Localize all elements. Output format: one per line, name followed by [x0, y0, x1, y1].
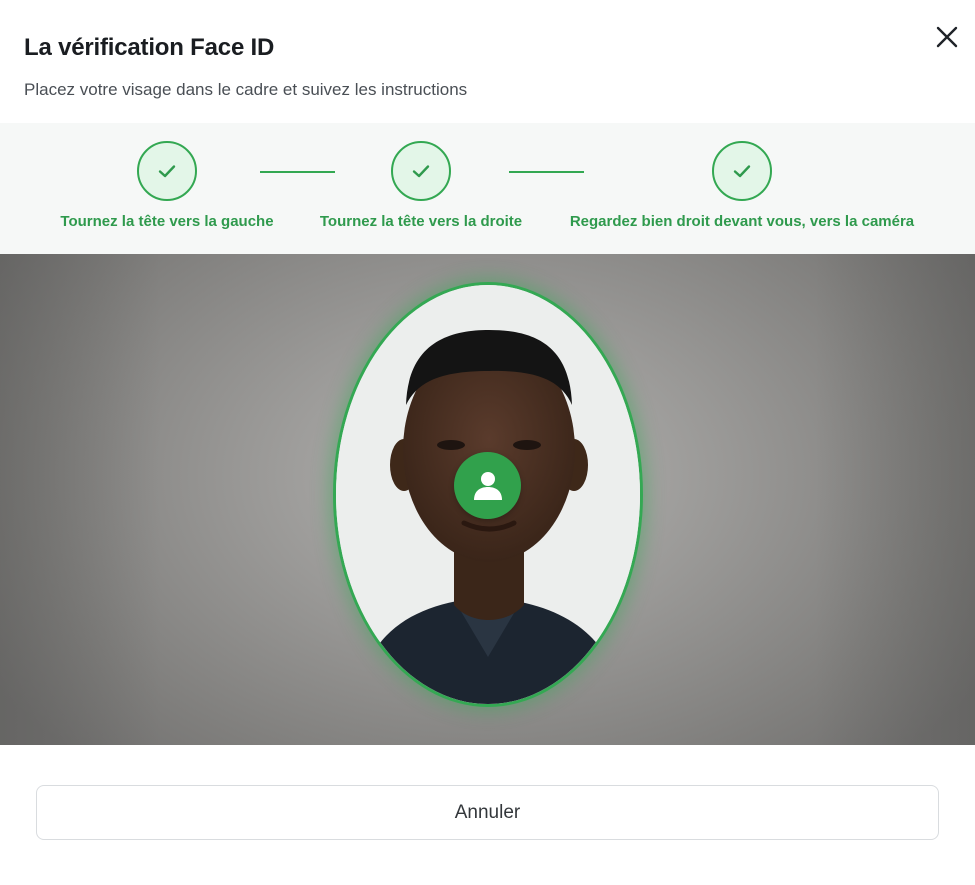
- step-label: Tournez la tête vers la droite: [319, 213, 523, 230]
- step-label: Tournez la tête vers la gauche: [60, 213, 274, 230]
- steps-progress: Tournez la tête vers la gauche Tournez l…: [0, 123, 975, 254]
- cancel-button[interactable]: Annuler: [36, 785, 939, 840]
- step-status-circle: [137, 141, 197, 201]
- dialog-header: La vérification Face ID Placez votre vis…: [0, 0, 975, 123]
- step-status-circle: [391, 141, 451, 201]
- checkmark-icon: [733, 165, 751, 178]
- close-button[interactable]: [930, 20, 964, 54]
- checkmark-icon: [412, 165, 430, 178]
- dialog-title: La vérification Face ID: [24, 34, 275, 61]
- dialog-footer: Annuler: [0, 745, 975, 885]
- step-turn-left: Tournez la tête vers la gauche: [56, 123, 278, 254]
- face-detected-badge: [454, 452, 521, 519]
- user-icon: [473, 471, 502, 500]
- close-icon: [936, 26, 958, 48]
- checkmark-icon: [158, 165, 176, 178]
- dialog-subtitle: Placez votre visage dans le cadre et sui…: [24, 80, 468, 99]
- step-look-straight: Regardez bien droit devant vous, vers la…: [560, 123, 924, 254]
- step-turn-right: Tournez la tête vers la droite: [311, 123, 531, 254]
- step-status-circle: [712, 141, 772, 201]
- step-label: Regardez bien droit devant vous, vers la…: [569, 213, 915, 230]
- camera-view: [0, 254, 975, 745]
